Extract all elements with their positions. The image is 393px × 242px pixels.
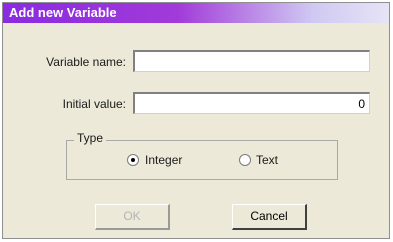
initial-value-value: 0	[358, 97, 365, 111]
title-bar[interactable]: Add new Variable	[3, 3, 389, 23]
type-groupbox	[66, 140, 338, 180]
initial-value-label: Initial value:	[62, 97, 126, 111]
radio-integer-label: Integer	[145, 153, 183, 167]
cancel-button[interactable]: Cancel	[232, 204, 307, 230]
radio-integer-icon[interactable]	[127, 154, 139, 166]
variable-name-label: Variable name:	[46, 55, 126, 69]
radio-text-label: Text	[256, 153, 279, 167]
radio-selected-dot-icon	[131, 158, 135, 162]
type-group-legend: Type	[74, 131, 107, 145]
dialog-title: Add new Variable	[9, 5, 117, 20]
initial-value-input[interactable]: 0	[133, 92, 370, 114]
radio-text-icon[interactable]	[239, 154, 251, 166]
variable-name-input[interactable]	[133, 50, 370, 72]
ok-button[interactable]: OK	[95, 204, 170, 230]
add-variable-dialog: Add new Variable Variable name: Initial …	[2, 2, 390, 239]
